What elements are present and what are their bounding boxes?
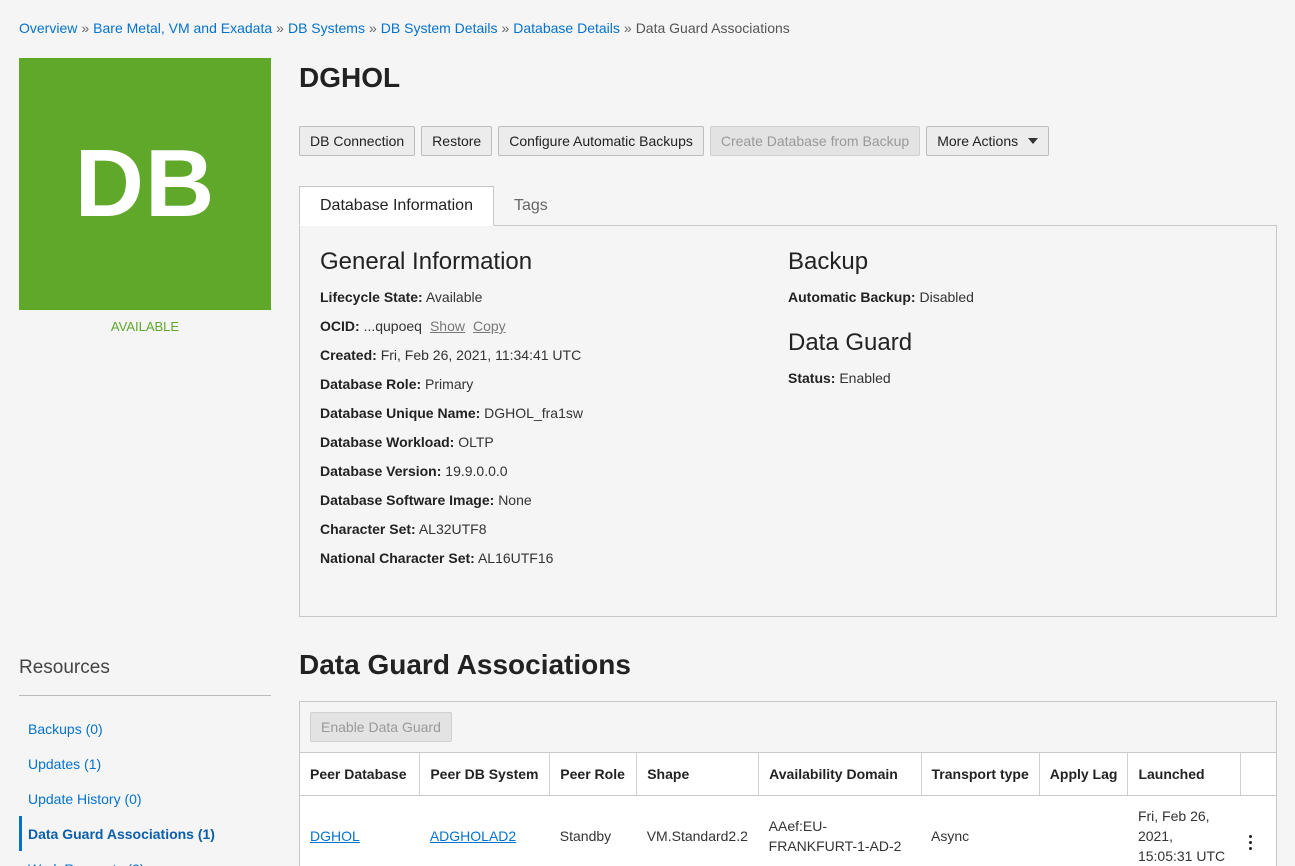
breadcrumb-database-details[interactable]: Database Details bbox=[513, 20, 620, 36]
cell-actions bbox=[1240, 795, 1276, 866]
cell-transport-type: Async bbox=[921, 795, 1040, 866]
info-row-ocid: OCID: ...qupoeq Show Copy bbox=[320, 318, 506, 334]
resource-update-history[interactable]: Update History (0) bbox=[19, 781, 271, 816]
table-header-row: Peer Database Peer DB System Peer Role S… bbox=[300, 753, 1276, 796]
info-row-version: Database Version: 19.9.0.0.0 bbox=[320, 463, 508, 479]
cell-peer-database: DGHOL bbox=[300, 795, 420, 866]
col-peer-role[interactable]: Peer Role bbox=[549, 753, 638, 796]
cell-shape: VM.Standard2.2 bbox=[636, 795, 759, 866]
col-apply-lag[interactable]: Apply Lag bbox=[1039, 753, 1129, 796]
dg-toolbar: Enable Data Guard bbox=[300, 702, 1276, 753]
breadcrumb-db-systems[interactable]: DB Systems bbox=[288, 20, 365, 36]
info-row-workload: Database Workload: OLTP bbox=[320, 434, 494, 450]
breadcrumb-overview[interactable]: Overview bbox=[19, 20, 77, 36]
info-row-lifecycle: Lifecycle State: Available bbox=[320, 289, 483, 305]
info-row-automatic-backup: Automatic Backup: Disabled bbox=[788, 289, 974, 305]
action-toolbar: DB Connection Restore Configure Automati… bbox=[299, 126, 1050, 156]
tab-database-information[interactable]: Database Information bbox=[299, 186, 494, 226]
ocid-show-link[interactable]: Show bbox=[430, 318, 465, 334]
resource-data-guard-associations[interactable]: Data Guard Associations (1) bbox=[19, 816, 271, 851]
cell-launched: Fri, Feb 26, 2021, 15:05:31 UTC bbox=[1127, 795, 1241, 866]
breadcrumb-current: Data Guard Associations bbox=[635, 20, 790, 36]
resource-work-requests[interactable]: Work Requests (2) bbox=[19, 851, 271, 866]
data-guard-associations-panel: Enable Data Guard Peer Database Peer DB … bbox=[299, 701, 1277, 866]
peer-db-system-link[interactable]: ADGHOLAD2 bbox=[430, 828, 516, 844]
data-guard-heading: Data Guard bbox=[788, 329, 913, 356]
general-information-heading: General Information bbox=[320, 248, 533, 275]
db-tile-label: DB bbox=[74, 130, 216, 237]
status-badge: AVAILABLE bbox=[110, 319, 180, 334]
info-row-created: Created: Fri, Feb 26, 2021, 11:34:41 UTC bbox=[320, 347, 582, 363]
page-title: DGHOL bbox=[299, 62, 401, 93]
create-database-from-backup-button[interactable]: Create Database from Backup bbox=[709, 126, 921, 156]
info-row-software-image: Database Software Image: None bbox=[320, 492, 532, 508]
database-status-tile: DB bbox=[19, 58, 271, 310]
more-actions-button[interactable]: More Actions bbox=[926, 126, 1050, 156]
caret-down-icon bbox=[1028, 138, 1039, 144]
resource-backups[interactable]: Backups (0) bbox=[19, 711, 271, 746]
ocid-copy-link[interactable]: Copy bbox=[473, 318, 506, 334]
data-guard-table: Peer Database Peer DB System Peer Role S… bbox=[300, 753, 1276, 866]
tab-tags[interactable]: Tags bbox=[494, 186, 568, 226]
info-row-unique-name: Database Unique Name: DGHOL_fra1sw bbox=[320, 405, 583, 421]
resource-updates[interactable]: Updates (1) bbox=[19, 746, 271, 781]
database-information-panel: General Information Lifecycle State: Ava… bbox=[299, 225, 1277, 617]
col-launched[interactable]: Launched bbox=[1127, 753, 1242, 796]
cell-apply-lag bbox=[1039, 795, 1128, 866]
kebab-menu-icon[interactable] bbox=[1248, 834, 1252, 850]
cell-peer-db-system: ADGHOLAD2 bbox=[419, 795, 550, 866]
info-row-character-set: Character Set: AL32UTF8 bbox=[320, 521, 487, 537]
peer-database-link[interactable]: DGHOL bbox=[310, 828, 360, 844]
breadcrumb-db-system-details[interactable]: DB System Details bbox=[381, 20, 498, 36]
cell-availability-domain: AAef:EU-FRANKFURT-1-AD-2 bbox=[758, 795, 922, 866]
more-actions-label: More Actions bbox=[937, 133, 1019, 149]
tab-bar: Database Information Tags bbox=[299, 186, 568, 226]
resources-list: Backups (0) Updates (1) Update History (… bbox=[19, 711, 271, 866]
info-row-database-role: Database Role: Primary bbox=[320, 376, 474, 392]
db-connection-button[interactable]: DB Connection bbox=[299, 126, 416, 156]
data-guard-associations-title: Data Guard Associations bbox=[299, 649, 631, 680]
cell-peer-role: Standby bbox=[549, 795, 637, 866]
col-transport-type[interactable]: Transport type bbox=[921, 753, 1040, 796]
col-availability-domain[interactable]: Availability Domain bbox=[758, 753, 922, 796]
restore-button[interactable]: Restore bbox=[421, 126, 493, 156]
table-row: DGHOL ADGHOLAD2 Standby VM.Standard2.2 A… bbox=[300, 795, 1276, 866]
backup-heading: Backup bbox=[788, 248, 869, 275]
backup-section: Backup Automatic Backup: Disabled Data G… bbox=[788, 248, 974, 399]
configure-backups-button[interactable]: Configure Automatic Backups bbox=[498, 126, 704, 156]
breadcrumb-bare-metal[interactable]: Bare Metal, VM and Exadata bbox=[93, 20, 272, 36]
breadcrumb: Overview» Bare Metal, VM and Exadata» DB S… bbox=[19, 20, 790, 36]
col-peer-database[interactable]: Peer Database bbox=[300, 753, 421, 796]
col-shape[interactable]: Shape bbox=[636, 753, 760, 796]
col-peer-db-system[interactable]: Peer DB System bbox=[419, 753, 551, 796]
general-information-section: General Information Lifecycle State: Ava… bbox=[320, 248, 583, 579]
col-actions bbox=[1240, 753, 1276, 796]
resources-title: Resources bbox=[19, 657, 110, 678]
info-row-national-character-set: National Character Set: AL16UTF16 bbox=[320, 550, 554, 566]
resources-divider bbox=[19, 695, 271, 696]
enable-data-guard-button[interactable]: Enable Data Guard bbox=[310, 712, 452, 742]
info-row-data-guard-status: Status: Enabled bbox=[788, 370, 891, 386]
